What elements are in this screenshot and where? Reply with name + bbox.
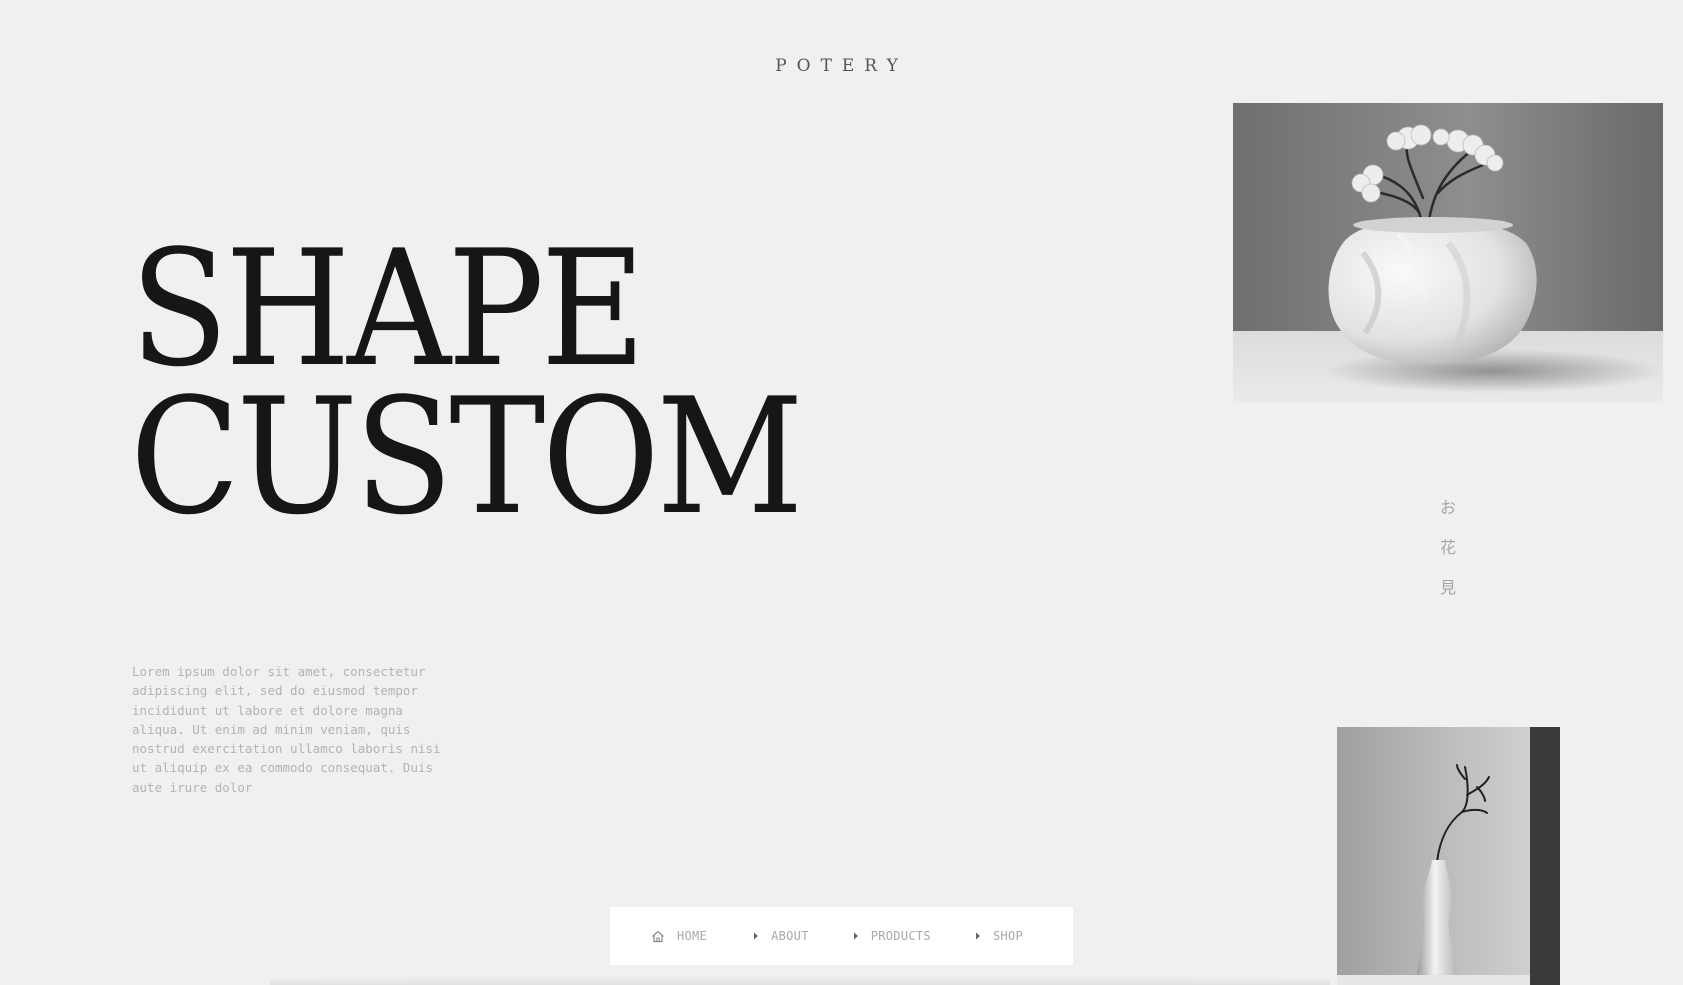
- bottom-navigation: HOME ABOUT PRODUCTS SHOP: [610, 907, 1073, 965]
- caret-right-icon: [975, 932, 981, 940]
- hero-line-1: SHAPE: [130, 215, 646, 402]
- vertical-char-3: 見: [1439, 578, 1456, 597]
- nav-home-label: HOME: [677, 929, 708, 943]
- hero-headline: SHAPE CUSTOM: [130, 215, 875, 550]
- slim-vase-with-twig-image: [1337, 727, 1560, 985]
- brand-logo[interactable]: POTERY: [0, 56, 1683, 76]
- nav-products-label: PRODUCTS: [870, 929, 931, 943]
- nav-products[interactable]: PRODUCTS: [853, 929, 931, 943]
- footer-shadow: [270, 975, 1330, 985]
- caret-right-icon: [853, 932, 859, 940]
- nav-shop[interactable]: SHOP: [975, 929, 1023, 943]
- nav-shop-label: SHOP: [992, 929, 1024, 943]
- nav-about[interactable]: ABOUT: [753, 929, 809, 943]
- vertical-char-1: お: [1439, 498, 1456, 517]
- vase-with-blossoms-image: [1233, 103, 1663, 403]
- vertical-japanese-text: お 花 見: [1436, 498, 1460, 598]
- hero-description: Lorem ipsum dolor sit amet, consectetur …: [132, 664, 441, 795]
- vertical-char-2: 花: [1439, 538, 1456, 557]
- home-icon: [651, 930, 665, 943]
- caret-right-icon: [753, 932, 759, 940]
- nav-about-label: ABOUT: [771, 929, 809, 943]
- hero-line-2: CUSTOM: [130, 363, 804, 550]
- nav-home[interactable]: HOME: [651, 929, 707, 943]
